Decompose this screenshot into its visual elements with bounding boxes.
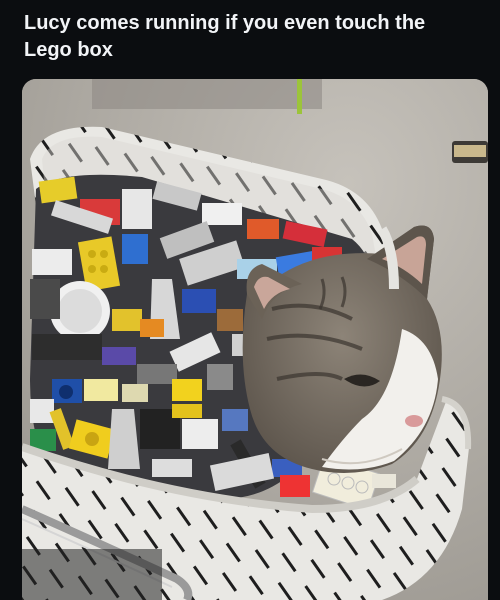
cat-in-lego-basket-photo <box>22 79 488 600</box>
post-image[interactable] <box>22 79 488 600</box>
cat-nose <box>405 415 423 427</box>
post-text: Lucy comes running if you even touch the… <box>24 12 426 61</box>
